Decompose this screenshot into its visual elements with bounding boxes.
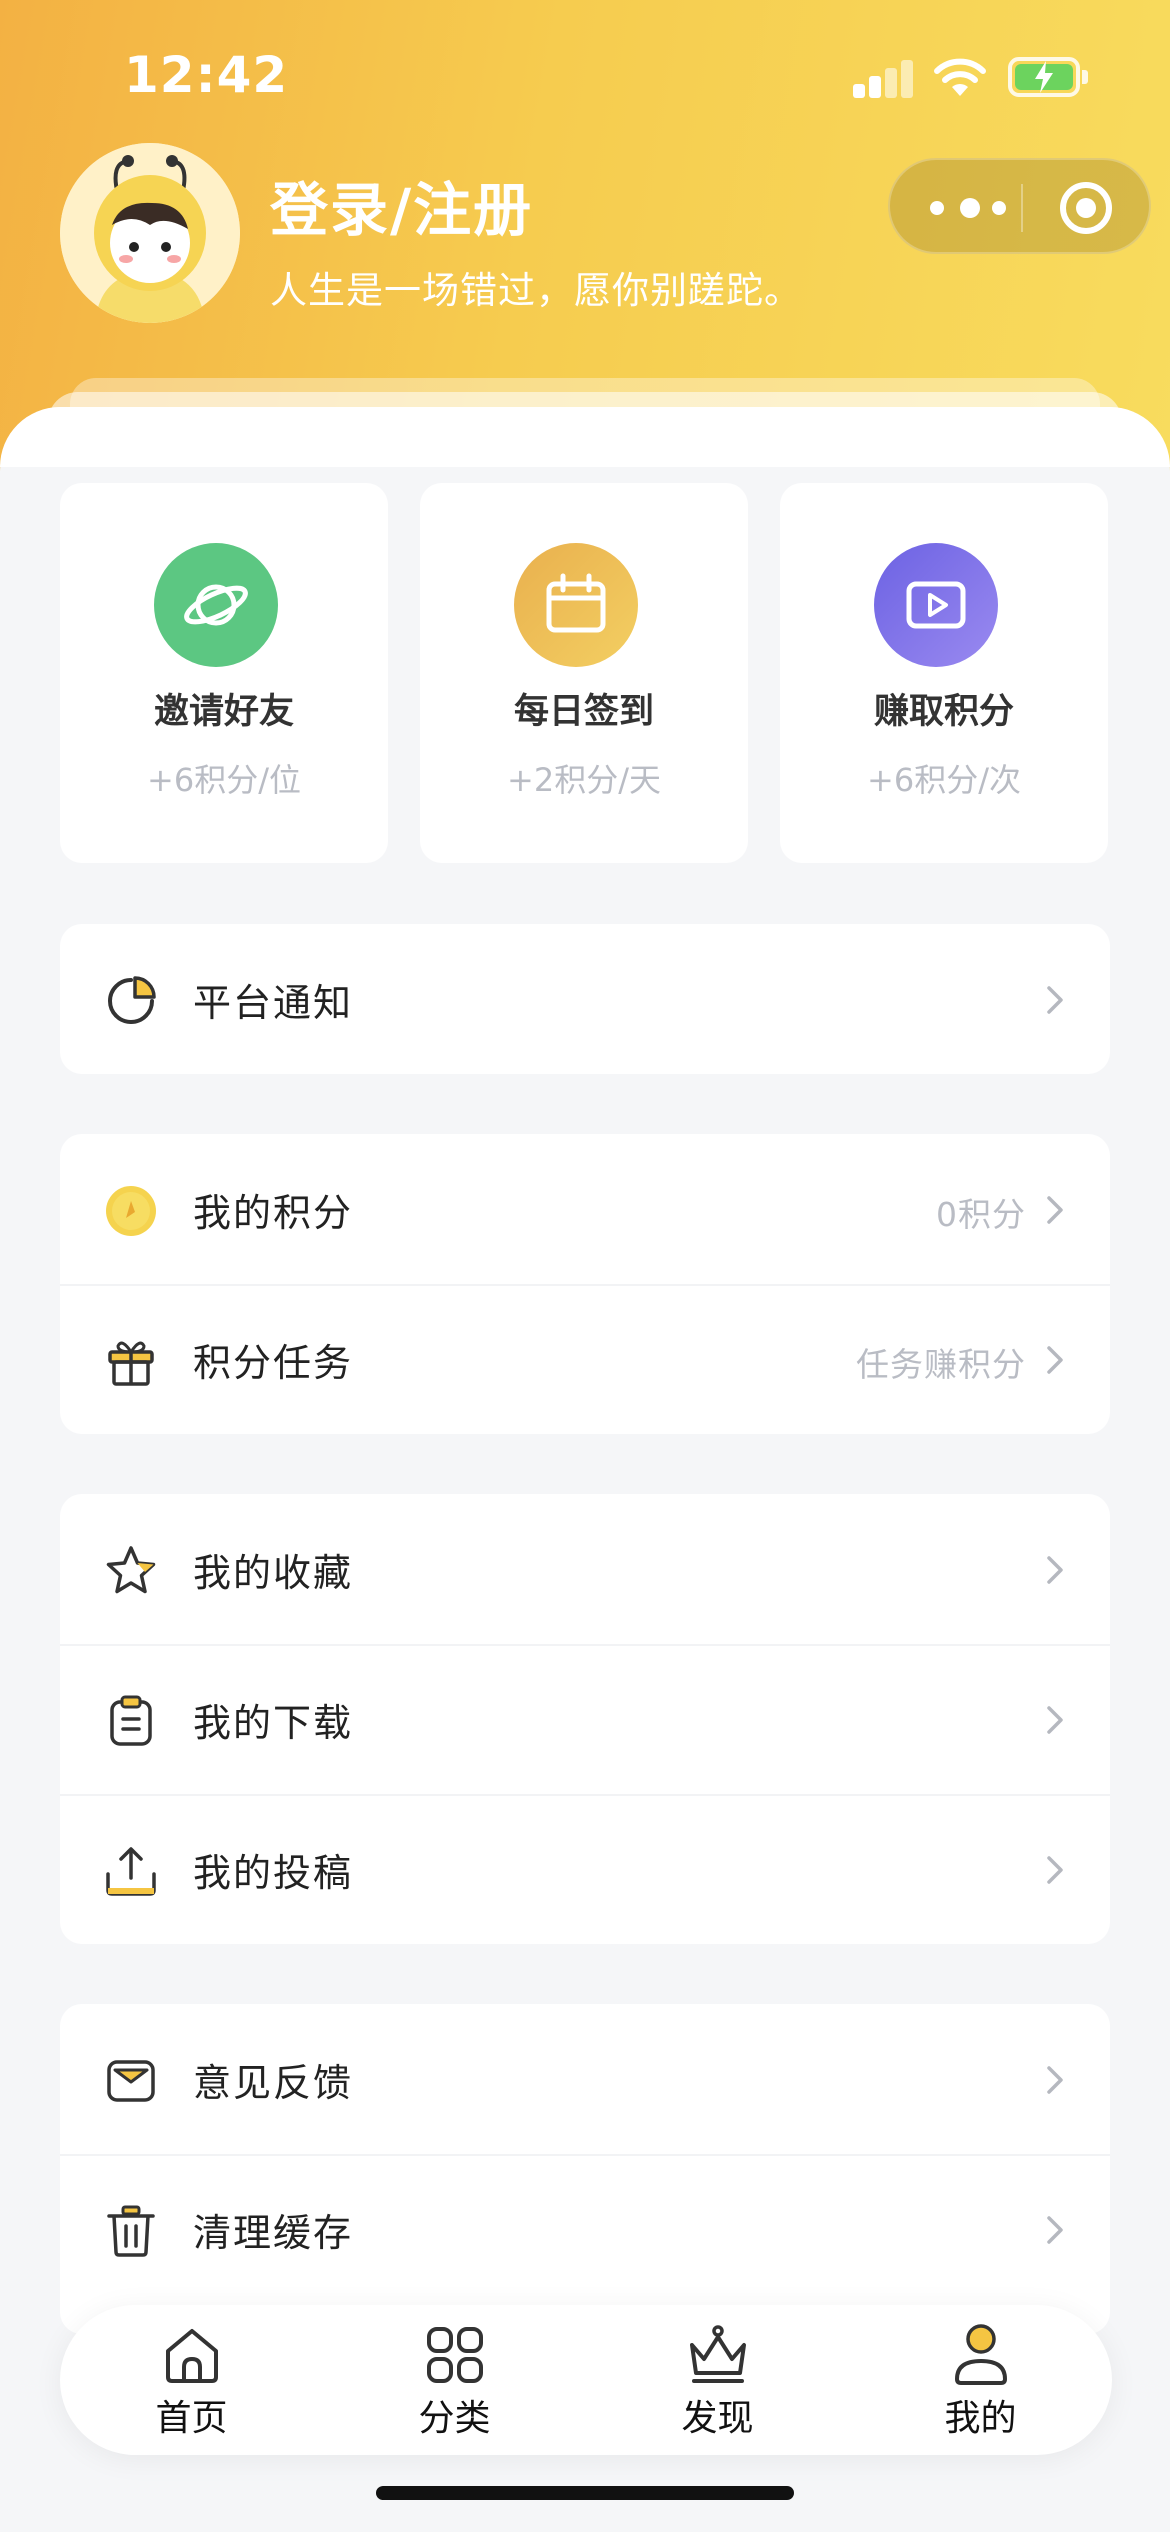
- chevron-right-icon: [1047, 2216, 1063, 2244]
- tab-label: 首页: [155, 2398, 228, 2439]
- close-mini-program-button[interactable]: [1060, 182, 1112, 234]
- planet-icon: [154, 543, 278, 667]
- quick-action-label: 邀请好友: [153, 692, 294, 732]
- video-play-icon: [874, 543, 998, 667]
- pie-chart-icon: [108, 976, 156, 1024]
- menu-item-submissions[interactable]: 我的投稿: [60, 1794, 1110, 1944]
- menu-item-downloads[interactable]: 我的下载: [60, 1644, 1110, 1794]
- tab-discover[interactable]: 发现: [586, 2305, 849, 2455]
- quick-action-invite[interactable]: 邀请好友 +6积分/位: [60, 483, 388, 863]
- status-time: 12:42: [124, 46, 289, 104]
- calendar-icon: [514, 543, 638, 667]
- upload-icon: [106, 1847, 156, 1896]
- tab-mine[interactable]: 我的: [849, 2305, 1112, 2455]
- quick-action-reward: +6积分/位: [147, 761, 301, 799]
- menu-group-notice: 平台通知: [60, 924, 1110, 1074]
- quick-action-reward: +2积分/天: [507, 761, 661, 799]
- chevron-right-icon: [1047, 2066, 1063, 2094]
- gift-icon: [108, 1341, 154, 1386]
- grid-icon: [427, 2327, 483, 2383]
- menu-item-label: 清理缓存: [193, 2211, 354, 2255]
- tab-category[interactable]: 分类: [323, 2305, 586, 2455]
- tab-home[interactable]: 首页: [60, 2305, 323, 2455]
- menu-item-label: 我的投稿: [193, 1851, 354, 1895]
- crown-icon: [690, 2325, 746, 2383]
- menu-item-notice[interactable]: 平台通知: [60, 924, 1110, 1074]
- menu-item-label: 我的收藏: [193, 1551, 354, 1595]
- tab-label: 我的: [944, 2398, 1017, 2439]
- menu-item-label: 平台通知: [193, 981, 354, 1025]
- chevron-right-icon: [1047, 1556, 1063, 1584]
- more-options-button[interactable]: [930, 190, 1014, 226]
- star-icon: [106, 1546, 156, 1594]
- menu-group-settings: 意见反馈 清理缓存: [60, 2004, 1110, 2334]
- quick-action-label: 每日签到: [513, 692, 654, 732]
- profile-motto: 人生是一场错过，愿你别蹉跎。: [270, 269, 802, 312]
- trash-icon: [107, 2205, 155, 2257]
- chevron-right-icon: [1047, 1706, 1063, 1734]
- coin-icon: [106, 1186, 156, 1236]
- bottom-tab-bar: 首页 分类 发现 我的: [60, 2305, 1112, 2455]
- menu-item-clear-cache[interactable]: 清理缓存: [60, 2154, 1110, 2304]
- quick-action-earn-points[interactable]: 赚取积分 +6积分/次: [780, 483, 1108, 863]
- menu-group-points: 我的积分 0积分 积分任务 任务赚积分: [60, 1134, 1110, 1434]
- avatar[interactable]: [60, 143, 240, 323]
- home-icon: [166, 2329, 218, 2383]
- login-register-link[interactable]: 登录/注册: [270, 163, 533, 247]
- points-value: 0积分: [936, 1195, 1026, 1234]
- user-icon: [955, 2324, 1007, 2385]
- chevron-right-icon: [1047, 1856, 1063, 1884]
- tasks-hint: 任务赚积分: [856, 1345, 1026, 1384]
- menu-item-label: 积分任务: [193, 1341, 354, 1385]
- mail-icon: [107, 2060, 155, 2102]
- menu-item-label: 我的积分: [193, 1191, 354, 1235]
- menu-item-point-tasks[interactable]: 积分任务 任务赚积分: [60, 1284, 1110, 1434]
- quick-action-checkin[interactable]: 每日签到 +2积分/天: [420, 483, 748, 863]
- capsule-divider: [1021, 184, 1023, 232]
- menu-item-label: 我的下载: [193, 1701, 354, 1745]
- menu-group-content: 我的收藏 我的下载 我的投稿: [60, 1494, 1110, 1944]
- tab-label: 分类: [418, 2398, 491, 2439]
- quick-action-label: 赚取积分: [873, 692, 1014, 732]
- menu-item-feedback[interactable]: 意见反馈: [60, 2004, 1110, 2154]
- signal-icon: [853, 60, 913, 98]
- quick-action-reward: +6积分/次: [867, 761, 1021, 799]
- battery-icon: [1008, 57, 1088, 97]
- menu-item-label: 意见反馈: [193, 2061, 354, 2105]
- status-bar: 12:42: [0, 0, 1170, 150]
- bee-avatar-icon: [60, 143, 240, 323]
- tab-label: 发现: [681, 2398, 754, 2439]
- wifi-icon: [934, 58, 986, 96]
- menu-item-my-points[interactable]: 我的积分 0积分: [60, 1134, 1110, 1284]
- chevron-right-icon: [1047, 1196, 1063, 1224]
- mini-program-capsule: [888, 158, 1151, 254]
- home-indicator: [376, 2486, 794, 2500]
- chevron-right-icon: [1047, 986, 1063, 1014]
- menu-item-favorites[interactable]: 我的收藏: [60, 1494, 1110, 1644]
- clipboard-icon: [110, 1695, 152, 1746]
- chevron-right-icon: [1047, 1346, 1063, 1374]
